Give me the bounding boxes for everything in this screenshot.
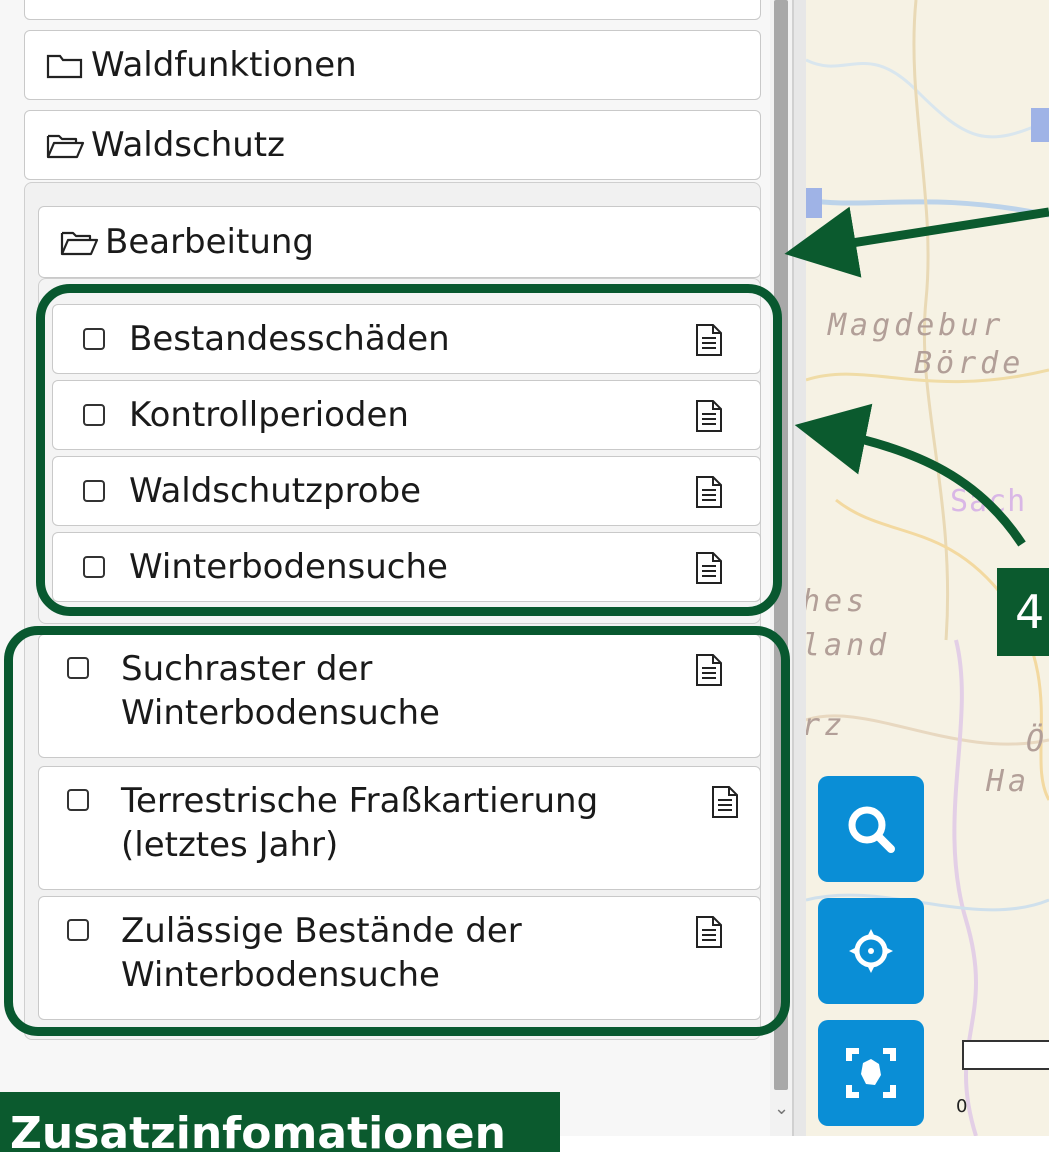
- map-scale-bar: [962, 1040, 1049, 1070]
- map-search-button[interactable]: [818, 776, 924, 882]
- scroll-down-arrow-icon[interactable]: ⌄: [774, 1098, 789, 1119]
- map-place-label: rz: [806, 708, 847, 743]
- full-extent-icon: [846, 1048, 896, 1098]
- tree-node-label: Waldschutz: [91, 125, 285, 165]
- search-icon: [848, 806, 895, 853]
- tree-node-waldschutz[interactable]: Waldschutz: [24, 110, 761, 180]
- map-place-label: Magdebur: [828, 308, 1005, 343]
- scale-zero-label: 0: [956, 1096, 968, 1117]
- tree-node-waldfunktionen[interactable]: Waldfunktionen: [24, 30, 761, 100]
- step-badge: 4: [997, 568, 1049, 656]
- folder-open-icon: [45, 130, 85, 160]
- map-locate-button[interactable]: [818, 898, 924, 1004]
- map-place-label: land: [806, 628, 891, 663]
- folder-closed-icon: [45, 50, 85, 80]
- map-place-label: Börde: [914, 346, 1025, 381]
- highlight-waldschutz-layers: [4, 626, 790, 1036]
- map-place-label: Ö: [1026, 724, 1049, 759]
- panel-splitter[interactable]: [792, 0, 806, 1136]
- tree-node-label: Waldfunktionen: [91, 45, 357, 85]
- highlight-bearbeitung-layers: [36, 284, 782, 616]
- folder-open-icon: [59, 227, 99, 257]
- map-full-extent-button[interactable]: [818, 1020, 924, 1126]
- map-place-label: hes: [806, 584, 869, 619]
- tree-node-bearbeitung[interactable]: Bearbeitung: [38, 206, 761, 278]
- tree-node-partial[interactable]: [24, 0, 761, 20]
- map-place-label: Sach: [950, 484, 1027, 519]
- map-place-label: Ha: [986, 764, 1031, 799]
- locate-icon: [849, 929, 893, 973]
- tree-node-label: Bearbeitung: [105, 222, 315, 262]
- section-caption: Zusatzinfomationen: [0, 1092, 560, 1152]
